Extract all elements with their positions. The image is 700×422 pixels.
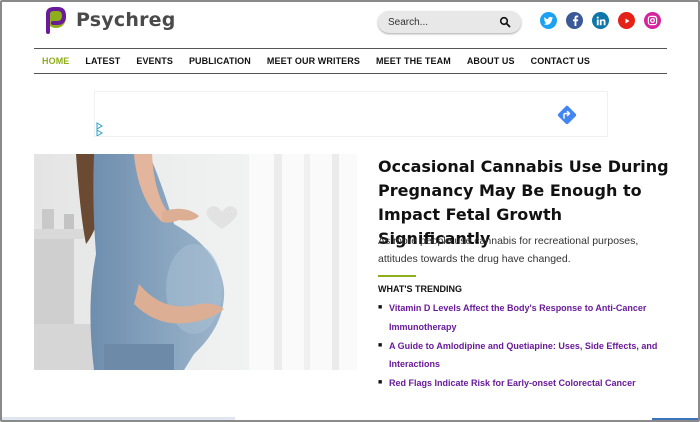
article-excerpt: As more people use cannabis for recreati… [378, 235, 639, 265]
search-input[interactable]: Search... [388, 17, 499, 28]
psychreg-logo-icon [46, 7, 67, 34]
main-nav: HOME LATEST EVENTS PUBLICATION MEET OUR … [34, 48, 667, 74]
nav-about-us[interactable]: ABOUT US [467, 56, 515, 66]
adchoices-icon[interactable] [96, 122, 103, 136]
directions-arrow-icon[interactable] [556, 104, 578, 126]
instagram-icon[interactable] [644, 12, 661, 29]
section-divider [378, 275, 416, 277]
bullet-icon: ■ [378, 379, 383, 386]
nav-home[interactable]: HOME [42, 56, 69, 66]
search-icon[interactable] [499, 16, 511, 28]
bullet-icon: ■ [378, 341, 383, 349]
browser-frame: Psychreg Search... HOME LATEST EVENTS PU… [0, 0, 700, 422]
trending-list: ■ Vitamin D Levels Affect the Body's Res… [378, 299, 668, 393]
trending-heading: WHAT'S TRENDING [378, 284, 462, 294]
bottom-banner-strip [2, 417, 235, 420]
nav-latest[interactable]: LATEST [85, 56, 120, 66]
site-name: Psychreg [76, 9, 176, 31]
trending-link[interactable]: A Guide to Amlodipine and Quetiapine: Us… [389, 337, 668, 374]
list-item: ■ A Guide to Amlodipine and Quetiapine: … [378, 337, 668, 374]
linkedin-icon[interactable] [592, 12, 609, 29]
social-links [540, 12, 661, 29]
trending-link[interactable]: Vitamin D Levels Affect the Body's Respo… [389, 299, 668, 336]
facebook-icon[interactable] [566, 12, 583, 29]
scroll-to-top-button[interactable] [652, 418, 698, 420]
ad-banner[interactable] [94, 91, 608, 137]
nav-publication[interactable]: PUBLICATION [189, 56, 251, 66]
trending-link[interactable]: Red Flags Indicate Risk for Early-onset … [389, 374, 636, 393]
list-item: ■ Red Flags Indicate Risk for Early-onse… [378, 374, 668, 393]
youtube-icon[interactable] [618, 12, 635, 29]
nav-events[interactable]: EVENTS [136, 56, 173, 66]
pregnant-woman-image [34, 154, 357, 370]
nav-contact-us[interactable]: CONTACT US [531, 56, 590, 66]
site-logo[interactable]: Psychreg [42, 6, 176, 34]
search-box[interactable]: Search... [378, 11, 521, 33]
bullet-icon: ■ [378, 304, 383, 311]
list-item: ■ Vitamin D Levels Affect the Body's Res… [378, 299, 668, 336]
nav-meet-the-team[interactable]: MEET THE TEAM [376, 56, 451, 66]
article-hero-image[interactable] [34, 154, 357, 370]
twitter-icon[interactable] [540, 12, 557, 29]
nav-meet-our-writers[interactable]: MEET OUR WRITERS [267, 56, 360, 66]
